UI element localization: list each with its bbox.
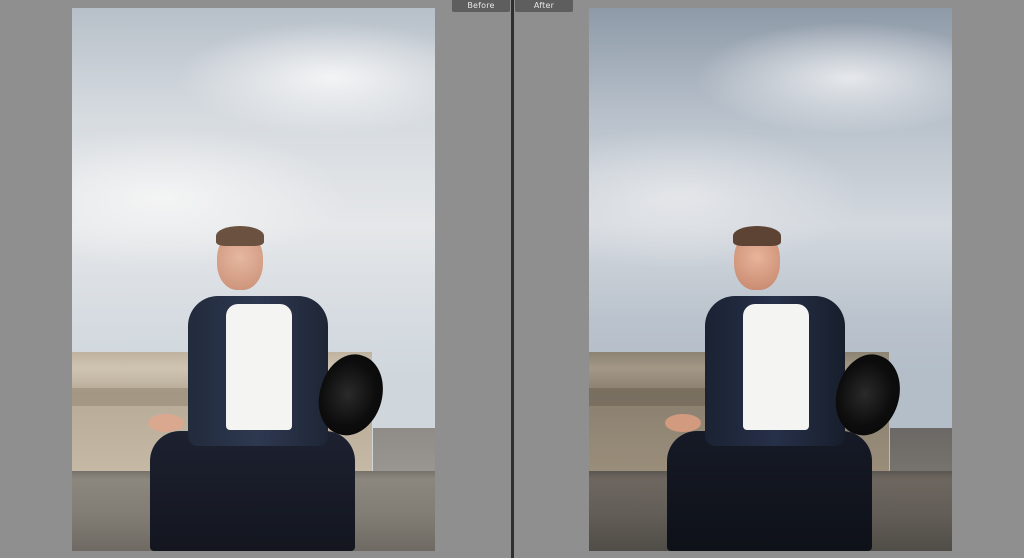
subject-shirt (226, 304, 292, 430)
before-pane[interactable] (0, 0, 511, 558)
subject-person (657, 226, 911, 551)
before-after-compare-view: Before After (0, 0, 1024, 558)
subject-legs (150, 431, 355, 551)
subject-legs (667, 431, 872, 551)
after-pane[interactable] (514, 0, 1024, 558)
subject-person (140, 226, 394, 551)
before-label: Before (452, 0, 510, 12)
subject-hand (665, 414, 701, 432)
subject-hand (148, 414, 184, 432)
after-label: After (515, 0, 573, 12)
subject-hair (733, 226, 781, 246)
subject-shirt (743, 304, 809, 430)
after-photo[interactable] (589, 8, 952, 551)
subject-hair (216, 226, 264, 246)
before-photo[interactable] (72, 8, 435, 551)
